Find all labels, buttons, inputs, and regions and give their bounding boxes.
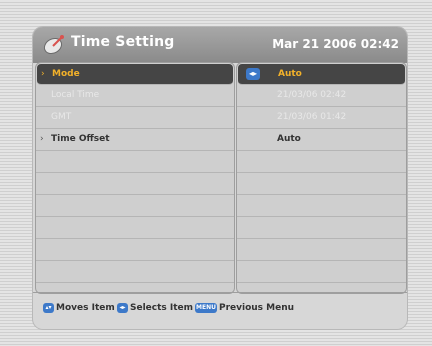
- setting-label: GMT: [51, 112, 72, 122]
- empty-row: [36, 151, 234, 173]
- setting-row-local-time: Local Time: [36, 85, 234, 107]
- left-right-key-icon: ◂▸: [117, 302, 128, 313]
- empty-row: [36, 217, 234, 239]
- setting-value: 21/03/06 02:42: [277, 90, 347, 100]
- help-moves-label: Moves Item: [56, 303, 115, 313]
- chevron-right-icon: ›: [41, 69, 45, 79]
- page-title: Time Setting: [71, 34, 175, 50]
- setting-value-mode[interactable]: ◂▸ Auto: [238, 64, 405, 85]
- empty-row: [237, 239, 406, 261]
- chevron-right-icon: ›: [40, 134, 44, 144]
- settings-value-column: ◂▸ Auto 21/03/06 02:42 21/03/06 01:42 Au…: [236, 62, 407, 294]
- setting-value: Auto: [277, 134, 301, 144]
- help-selects: ◂▸ Selects Item: [117, 302, 193, 314]
- setting-value: 21/03/06 01:42: [277, 112, 347, 122]
- setting-value: Auto: [278, 69, 302, 79]
- help-previous-label: Previous Menu: [219, 303, 295, 313]
- empty-row: [237, 217, 406, 239]
- empty-row: [36, 261, 234, 283]
- help-moves: ▴▾ Moves Item: [43, 302, 115, 314]
- empty-row: [237, 195, 406, 217]
- menu-key-icon: MENU: [195, 302, 217, 313]
- setting-row-gmt: GMT: [36, 107, 234, 129]
- help-selects-label: Selects Item: [130, 303, 194, 313]
- setting-row-time-offset[interactable]: › Time Offset: [36, 129, 234, 151]
- satellite-dish-icon: [43, 35, 64, 55]
- setting-label: Time Offset: [51, 134, 110, 144]
- setting-value-gmt: 21/03/06 01:42: [237, 107, 406, 129]
- empty-row: [36, 173, 234, 195]
- empty-row: [237, 151, 406, 173]
- header-datetime: Mar 21 2006 02:42: [272, 37, 399, 51]
- empty-row: [36, 195, 234, 217]
- empty-row: [237, 173, 406, 195]
- up-down-key-icon: ▴▾: [43, 302, 54, 313]
- setting-label: Mode: [52, 69, 80, 79]
- setting-value-time-offset[interactable]: Auto: [237, 129, 406, 151]
- setting-label: Local Time: [51, 90, 100, 100]
- empty-row: [237, 261, 406, 283]
- setting-row-mode[interactable]: › Mode: [37, 64, 233, 85]
- settings-label-column: › Mode Local Time GMT › Time Offset: [35, 62, 235, 294]
- left-right-arrows-icon: ◂▸: [246, 68, 260, 80]
- setting-value-local-time: 21/03/06 02:42: [237, 85, 406, 107]
- help-previous: MENU Previous Menu: [195, 302, 294, 314]
- empty-row: [36, 239, 234, 261]
